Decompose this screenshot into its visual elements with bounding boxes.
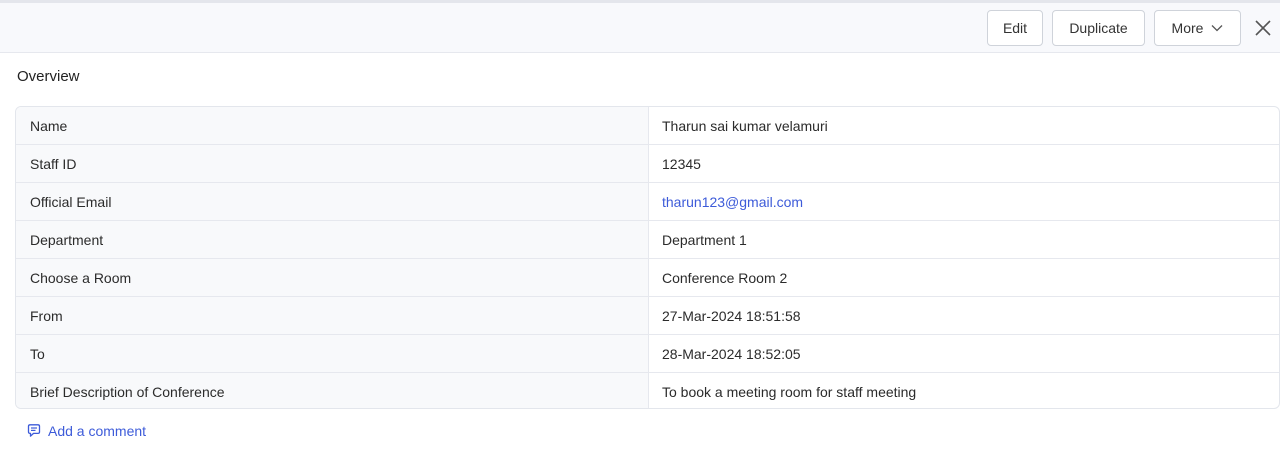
field-label: Official Email <box>16 183 649 220</box>
field-value: 27-Mar-2024 18:51:58 <box>662 307 801 324</box>
field-row-from: From 27-Mar-2024 18:51:58 <box>16 297 1279 335</box>
field-row-official-email: Official Email tharun123@gmail.com <box>16 183 1279 221</box>
duplicate-button-label: Duplicate <box>1069 20 1128 36</box>
edit-button-label: Edit <box>1002 20 1028 36</box>
field-row-staff-id: Staff ID 12345 <box>16 145 1279 183</box>
section-title-overview: Overview <box>17 68 80 85</box>
field-row-department: Department Department 1 <box>16 221 1279 259</box>
comment-icon <box>27 424 41 437</box>
field-label: Brief Description of Conference <box>16 373 649 408</box>
field-label: Department <box>16 221 649 258</box>
field-value: Tharun sai kumar velamuri <box>662 117 828 134</box>
duplicate-button[interactable]: Duplicate <box>1052 10 1145 46</box>
field-row-room: Choose a Room Conference Room 2 <box>16 259 1279 297</box>
record-toolbar: Edit Duplicate More <box>0 3 1280 53</box>
close-button[interactable] <box>1253 18 1273 38</box>
field-value: 28-Mar-2024 18:52:05 <box>662 345 801 362</box>
field-row-description: Brief Description of Conference To book … <box>16 373 1279 408</box>
chevron-down-icon <box>1211 25 1223 32</box>
more-button[interactable]: More <box>1154 10 1241 46</box>
field-label: Choose a Room <box>16 259 649 296</box>
close-icon <box>1255 20 1271 36</box>
field-value: To book a meeting room for staff meeting <box>662 384 917 400</box>
edit-button[interactable]: Edit <box>987 10 1043 46</box>
details-table: Name Tharun sai kumar velamuri Staff ID … <box>15 106 1280 409</box>
field-value: 12345 <box>662 155 701 172</box>
field-value: Conference Room 2 <box>662 269 788 286</box>
field-label: Name <box>16 107 649 144</box>
field-value: Department 1 <box>662 231 747 248</box>
add-comment-label: Add a comment <box>48 423 147 439</box>
field-row-name: Name Tharun sai kumar velamuri <box>16 107 1279 145</box>
field-label: From <box>16 297 649 334</box>
email-link[interactable]: tharun123@gmail.com <box>649 183 1279 220</box>
more-button-label: More <box>1171 20 1204 36</box>
field-row-to: To 28-Mar-2024 18:52:05 <box>16 335 1279 373</box>
field-label: Staff ID <box>16 145 649 182</box>
add-comment-link[interactable]: Add a comment <box>26 423 146 439</box>
field-label: To <box>16 335 649 372</box>
